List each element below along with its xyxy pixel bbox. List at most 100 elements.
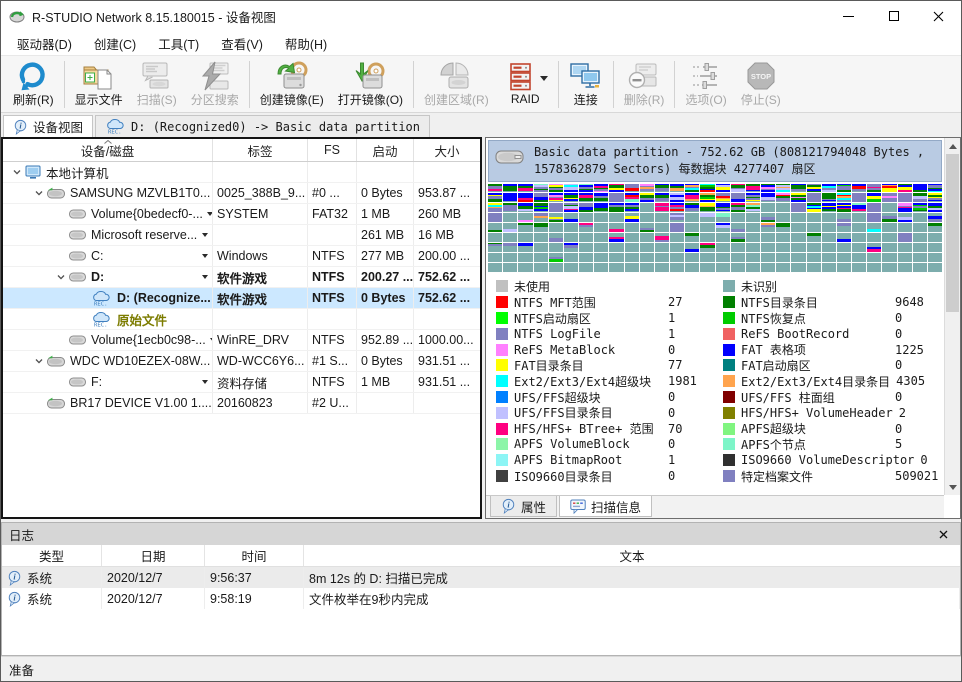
tree-row[interactable]: REC.原始文件 [3, 309, 480, 330]
tree-row[interactable]: Volume{0bedecf0-...SYSTEMFAT321 MB260 MB [3, 204, 480, 225]
tree-row[interactable]: D:软件游戏NTFS200.27 ...752.62 ... [3, 267, 480, 288]
legend-swatch [496, 454, 508, 466]
tree-row[interactable]: SAMSUNG MZVLB1T0...0025_388B_9...#0 ...0… [3, 183, 480, 204]
tree-row[interactable]: F:资料存储NTFS1 MB931.51 ... [3, 372, 480, 393]
column-header-device[interactable]: 设备/磁盘 [3, 139, 213, 161]
close-button[interactable] [916, 1, 961, 31]
log-row[interactable]: i系统2020/12/79:58:19文件枚举在9秒内完成 [2, 588, 960, 609]
block-cell [594, 203, 608, 212]
volume-dropdown-arrow[interactable] [198, 233, 208, 237]
column-header-date[interactable]: 日期 [102, 545, 205, 566]
legend-right-column: 未识别NTFS目录条目9648NTFS恢复点0ReFS BootRecord0F… [723, 279, 940, 484]
block-cell [822, 263, 836, 272]
chevron-down-icon[interactable] [31, 356, 47, 366]
refresh-button[interactable]: 刷新(R) [6, 57, 61, 111]
chevron-down-icon[interactable] [9, 167, 25, 177]
volume-dropdown-arrow[interactable] [206, 338, 213, 342]
volume-dropdown-arrow[interactable] [203, 212, 213, 216]
tree-row[interactable]: BR17 DEVICE V1.00 1....20160823#2 U... [3, 393, 480, 414]
create-image-button[interactable]: 创建镜像(E) [253, 57, 331, 111]
tree-row[interactable]: C:WindowsNTFS277 MB200.00 ... [3, 246, 480, 267]
block-cell [625, 203, 639, 212]
partition-description: Basic data partition - 752.62 GB (808121… [534, 144, 935, 178]
block-cell [776, 203, 790, 212]
tab-properties[interactable]: i属性 [490, 496, 557, 517]
create-region-button[interactable]: 创建区域(R) [417, 57, 496, 111]
tree-row[interactable]: Microsoft reserve...261 MB16 MB [3, 225, 480, 246]
menu-item[interactable]: 驱动器(D) [6, 30, 83, 57]
device-name: BR17 DEVICE V1.00 1.... [70, 396, 212, 410]
menu-item[interactable]: 查看(V) [210, 30, 274, 57]
block-cell [746, 243, 760, 252]
tree-row[interactable]: 本地计算机 [3, 162, 480, 183]
fs-cell: #0 ... [308, 183, 357, 203]
menu-item[interactable]: 工具(T) [147, 30, 210, 57]
menu-item[interactable]: 创建(C) [83, 30, 147, 57]
tree-row[interactable]: Volume{1ecb0c98-...WinRE_DRVNTFS952.89 .… [3, 330, 480, 351]
legend-item: 未识别 [723, 279, 940, 295]
scan-button[interactable]: 扫描(S) [130, 57, 184, 111]
block-cell [655, 223, 669, 232]
column-header-start[interactable]: 启动 [357, 139, 414, 161]
menu-item[interactable]: 帮助(H) [274, 30, 338, 57]
block-cell [731, 184, 745, 193]
open-image-button[interactable]: 打开镜像(O) [331, 57, 410, 111]
legend-swatch [723, 470, 735, 482]
column-header-fs[interactable]: FS [308, 139, 357, 161]
scroll-down-arrow[interactable] [945, 479, 960, 495]
block-cell [731, 233, 745, 242]
delete-button[interactable]: 删除(R) [617, 57, 672, 111]
label-cell [213, 162, 308, 182]
tab-device-view[interactable]: i设备视图 [3, 115, 93, 137]
tree-row[interactable]: WDC WD10EZEX-08W...WD-WCC6Y6...#1 S...0 … [3, 351, 480, 372]
block-cell [549, 223, 563, 232]
volume-icon [69, 334, 86, 346]
show-files-icon [82, 61, 116, 91]
toolbar: 刷新(R)显示文件扫描(S)分区搜索创建镜像(E)打开镜像(O)创建区域(R)R… [1, 55, 961, 113]
column-header-type[interactable]: 类型 [2, 545, 102, 566]
column-header-text[interactable]: 文本 [304, 545, 960, 566]
volume-dropdown-arrow[interactable] [198, 380, 208, 384]
legend-label: ReFS MetaBlock [514, 343, 662, 357]
tree-row[interactable]: REC.D: (Recognize...软件游戏NTFS0 Bytes752.6… [3, 288, 480, 309]
label-cell [213, 309, 308, 329]
device-cell: BR17 DEVICE V1.00 1.... [3, 393, 213, 413]
info-icon: i [7, 570, 22, 586]
options-button[interactable]: 选项(O) [678, 57, 733, 111]
tab-label: 属性 [521, 497, 546, 516]
minimize-button[interactable] [826, 1, 871, 31]
block-cell [898, 253, 912, 262]
chevron-down-icon[interactable] [31, 188, 47, 198]
column-header-time[interactable]: 时间 [205, 545, 304, 566]
maximize-button[interactable] [871, 1, 916, 31]
column-header-size[interactable]: 大小 [414, 139, 480, 161]
legend-swatch [723, 296, 735, 308]
tab-scan-result[interactable]: REC.D: (Recognized0) -> Basic data parti… [95, 115, 430, 137]
raid-dropdown-arrow[interactable] [540, 70, 548, 84]
volume-dropdown-arrow[interactable] [198, 254, 208, 258]
log-close-button[interactable] [933, 530, 953, 539]
log-text-cell: 文件枚举在9秒内完成 [304, 588, 960, 609]
toolbar-separator [249, 61, 250, 108]
raid-button[interactable]: RAID [496, 57, 555, 111]
device-name: SAMSUNG MZVLB1T0... [70, 186, 210, 200]
column-header-label[interactable]: 标签 [213, 139, 308, 161]
show-files-button[interactable]: 显示文件 [68, 57, 130, 111]
log-row[interactable]: i系统2020/12/79:56:378m 12s 的 D: 扫描已完成 [2, 567, 960, 588]
block-cell [625, 213, 639, 222]
close-icon [933, 11, 944, 22]
stop-button[interactable]: STOP停止(S) [734, 57, 788, 111]
scrollbar-thumb[interactable] [946, 154, 959, 312]
block-cell [518, 243, 532, 252]
volume-dropdown-arrow[interactable] [198, 275, 208, 279]
scroll-up-arrow[interactable] [945, 138, 960, 154]
scrollbar[interactable] [944, 138, 960, 495]
chevron-down-icon[interactable] [53, 272, 69, 282]
tab-scan-info[interactable]: 扫描信息 [559, 496, 652, 517]
connect-button[interactable]: 连接 [562, 57, 610, 111]
legend-item: ISO9660目录条目0 [496, 468, 713, 484]
block-cell [761, 233, 775, 242]
partition-search-button[interactable]: 分区搜索 [184, 57, 246, 111]
block-cell [913, 243, 927, 252]
device-cell: SAMSUNG MZVLB1T0... [3, 183, 213, 203]
